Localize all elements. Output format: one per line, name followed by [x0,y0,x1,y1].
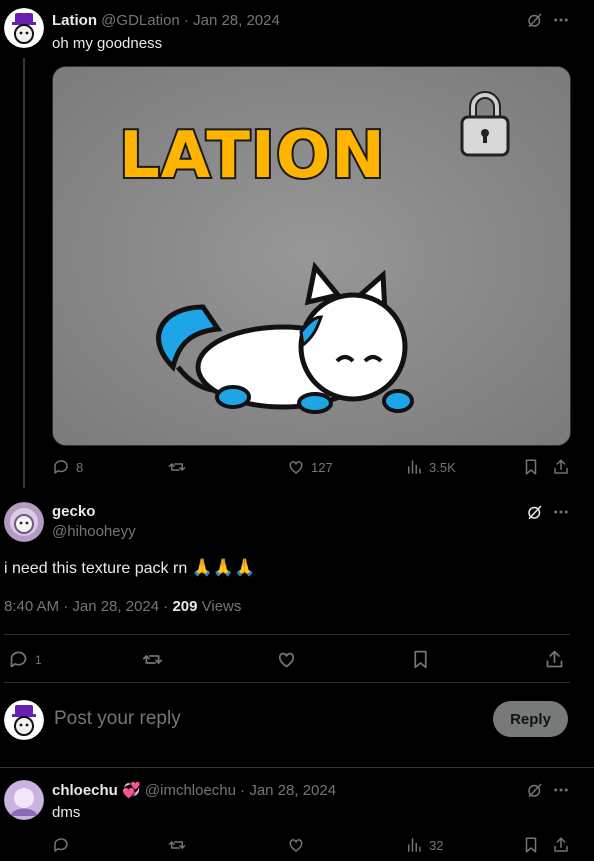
reply-input[interactable]: Post your reply [54,708,181,730]
tweet-image[interactable]: LATION [52,66,571,446]
tweet-text: i need this texture pack rn [4,560,188,577]
timestamp-row: 8:40 AM · Jan 28, 2024 · 209 Views [4,598,241,615]
views-count: 3.5K [429,459,456,475]
divider [4,682,570,683]
share-icon [554,459,568,474]
display-name[interactable]: Lation [52,12,97,29]
bookmark-icon [414,650,427,669]
divider [0,767,594,768]
badge-emoji: 💞 [122,782,141,799]
like-button[interactable] [276,649,297,670]
views-label: Views [197,598,242,615]
views-icon [408,838,421,852]
share-button[interactable] [552,836,570,854]
avatar[interactable] [4,502,44,542]
tweet-header: Lation @GDLation · Jan 28, 2024 [52,12,280,29]
retweet-button[interactable] [142,649,163,670]
share-button[interactable] [544,649,565,670]
bookmark-icon [525,837,537,853]
retweet-icon [168,463,186,471]
views-icon [408,460,421,474]
praying-hands-emoji: 🙏🙏🙏 [191,558,256,577]
like-icon [289,839,303,852]
share-icon [554,837,568,852]
share-button[interactable] [552,458,570,476]
more-icon[interactable] [552,503,570,525]
views-button[interactable]: 3.5K [405,458,456,476]
bookmark-button[interactable] [522,836,540,854]
display-name[interactable]: chloechu [52,782,118,799]
avatar[interactable] [4,780,44,820]
retweet-icon [142,655,163,664]
tweet-header: chloechu 💞 @imchloechu · Jan 28, 2024 [52,781,336,799]
bookmark-icon [525,459,537,475]
like-count: 127 [311,459,333,475]
like-button[interactable] [287,836,305,854]
grok-icon[interactable] [526,781,544,803]
handle-and-date[interactable]: @GDLation · Jan 28, 2024 [101,12,280,29]
handle[interactable]: @hihooheyy [52,523,136,540]
thread-line [23,58,25,488]
reply-count: 8 [76,459,84,475]
grok-icon[interactable] [526,11,544,33]
tweet-text: oh my goodness [52,35,163,52]
share-icon [546,650,563,668]
grok-icon[interactable] [526,503,544,525]
like-button[interactable]: 127 [287,458,333,476]
bookmark-button[interactable] [410,649,431,670]
reply-button[interactable]: 1 [8,649,42,670]
views-count: 209 [172,598,198,615]
tweet-text: dms [52,804,81,821]
views-count: 32 [429,837,444,853]
reply-icon [54,460,68,474]
avatar[interactable] [4,8,44,48]
reply-submit-button[interactable]: Reply [493,701,568,737]
reply-button[interactable] [52,836,70,854]
reply-icon [10,651,27,668]
views-button[interactable]: 32 [405,836,443,854]
tweet-text-row: i need this texture pack rn 🙏🙏🙏 [4,558,255,578]
retweet-button[interactable] [168,458,186,476]
more-icon[interactable] [552,11,570,33]
reply-icon [54,838,68,852]
like-icon [289,461,303,474]
avatar [4,700,44,740]
handle-and-date[interactable]: @imchloechu · Jan 28, 2024 [145,782,336,799]
retweet-button[interactable] [168,836,186,854]
more-icon[interactable] [552,781,570,803]
retweet-icon [168,841,186,849]
like-icon [278,652,295,668]
reply-count: 1 [35,652,42,667]
divider [4,634,570,635]
display-name[interactable]: gecko [52,503,95,520]
reply-button[interactable]: 8 [52,458,83,476]
image-title: LATION [117,117,387,195]
timestamp[interactable]: 8:40 AM · Jan 28, 2024 · [4,598,172,615]
bookmark-button[interactable] [522,458,540,476]
